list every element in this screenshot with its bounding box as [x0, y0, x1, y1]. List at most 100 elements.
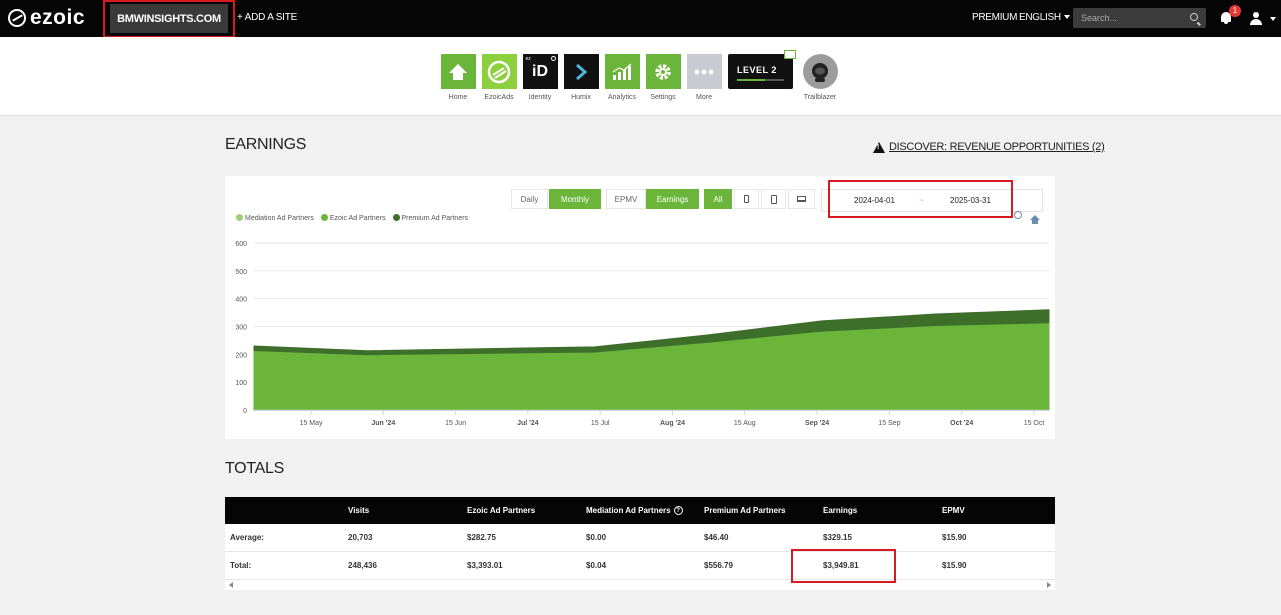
table-cell: $3,393.01: [467, 561, 503, 570]
nav-label: Settings: [650, 94, 676, 101]
table-row: Average: 20,703 $282.75 $0.00 $46.40 $32…: [225, 524, 1055, 552]
column-header[interactable]: Visits: [348, 497, 369, 524]
row-label: Total:: [230, 561, 252, 570]
table-cell: 20,703: [348, 533, 373, 542]
legend-item[interactable]: Mediation Ad Partners: [236, 214, 314, 222]
ezoicads-icon: [481, 54, 517, 89]
search-icon[interactable]: [1190, 13, 1198, 21]
identity-icon: ez iD: [522, 54, 558, 89]
nav-settings[interactable]: Settings: [643, 54, 683, 101]
daily-button[interactable]: Daily: [511, 189, 548, 209]
desktop-icon[interactable]: [788, 189, 815, 209]
column-header[interactable]: EPMV: [942, 497, 965, 524]
notification-badge: 1: [1229, 5, 1241, 17]
nav-identity[interactable]: ez iD Identity: [520, 54, 560, 101]
all-devices-button[interactable]: All: [704, 189, 732, 209]
x-tick-label: 15 Jun: [445, 420, 466, 427]
x-tick-label: Jul '24: [517, 420, 539, 427]
highlight-box: [828, 180, 1013, 218]
zoom-icon[interactable]: [1014, 211, 1022, 219]
user-menu-chevron-icon[interactable]: [1270, 17, 1276, 21]
highlight-box: [791, 549, 896, 583]
nav-ezoicads[interactable]: EzoicAds: [479, 54, 519, 101]
earnings-button[interactable]: Earnings: [646, 189, 699, 209]
column-header[interactable]: Premium Ad Partners: [704, 497, 786, 524]
language-selector[interactable]: ENGLISH: [1019, 12, 1070, 23]
astronaut-icon: [802, 54, 838, 89]
legend-label: Ezoic Ad Partners: [329, 215, 386, 222]
discover-revenue-link[interactable]: DISCOVER: REVENUE OPPORTUNITIES (2): [873, 141, 1105, 153]
mail-icon: [784, 50, 796, 59]
x-tick-label: Aug '24: [660, 420, 685, 427]
humix-icon: [563, 54, 599, 89]
y-tick-label: 600: [235, 241, 247, 248]
ezoic-logo[interactable]: ezoic: [8, 6, 86, 29]
mobile-icon[interactable]: [761, 189, 786, 209]
more-icon: [686, 54, 722, 89]
search-input[interactable]: Search...: [1073, 8, 1206, 28]
nav-humix[interactable]: Humix: [561, 54, 601, 101]
y-tick-label: 200: [235, 352, 247, 359]
legend-label: Mediation Ad Partners: [245, 215, 314, 222]
warning-icon: [873, 141, 885, 153]
table-header: Visits Ezoic Ad Partners Mediation Ad Pa…: [225, 497, 1055, 524]
level-badge-icon[interactable]: LEVEL 2: [728, 50, 796, 89]
earnings-area-chart[interactable]: 0 100 200 300 400 500 600 15 May Jun '24 15 Jun Ju…: [225, 230, 1055, 435]
search-placeholder: Search...: [1081, 13, 1118, 23]
x-tick-label: Sep '24: [805, 420, 829, 427]
table-cell: 248,436: [348, 561, 377, 570]
reset-home-icon[interactable]: [1030, 211, 1040, 229]
add-site-link[interactable]: + ADD A SITE: [237, 12, 297, 23]
x-tick-label: 15 Oct: [1024, 420, 1045, 427]
user-icon[interactable]: [1249, 11, 1263, 25]
table-cell: $0.00: [586, 533, 607, 542]
chart-legend: Mediation Ad Partners Ezoic Ad Partners …: [236, 214, 468, 222]
nav-home[interactable]: Home: [438, 54, 478, 101]
epmv-button[interactable]: EPMV: [606, 189, 646, 209]
table-cell: $15.90: [942, 561, 967, 570]
y-tick-label: 0: [243, 408, 247, 415]
nav-label: Identity: [528, 94, 552, 101]
question-circle-icon[interactable]: ?: [673, 506, 683, 515]
column-header-label: Mediation Ad Partners: [586, 506, 671, 515]
ezoic-logo-icon: [8, 9, 26, 27]
scroll-left-icon[interactable]: [229, 582, 233, 588]
x-tick-label: Oct '24: [950, 420, 973, 427]
nav-label: Analytics: [607, 94, 636, 101]
nav-analytics[interactable]: Analytics: [602, 54, 642, 101]
gear-icon: [645, 54, 681, 89]
tablet-icon[interactable]: [734, 189, 759, 209]
home-icon: [440, 54, 476, 89]
legend-item[interactable]: Premium Ad Partners: [392, 214, 469, 222]
horizontal-scrollbar[interactable]: [225, 580, 1055, 590]
column-header[interactable]: Ezoic Ad Partners: [467, 497, 535, 524]
analytics-icon: [604, 54, 640, 89]
x-tick-label: 15 May: [300, 420, 323, 427]
table-cell: $329.15: [823, 533, 852, 542]
identity-ez-label: ez: [525, 56, 531, 62]
identity-glyph: iD: [532, 62, 548, 80]
x-tick-label: Jun '24: [371, 420, 395, 427]
table-cell: $15.90: [942, 533, 967, 542]
area-series-ezoic-ad-partners[interactable]: [253, 323, 1050, 411]
legend-item[interactable]: Ezoic Ad Partners: [320, 214, 386, 222]
nav-trailblazer[interactable]: Trailblazer: [800, 54, 840, 101]
premium-link[interactable]: PREMIUM: [972, 12, 1017, 23]
column-header[interactable]: Mediation Ad Partners?: [586, 497, 683, 524]
nav-label: Home: [448, 94, 468, 101]
monthly-button[interactable]: Monthly: [549, 189, 601, 209]
level-label: LEVEL 2: [737, 65, 777, 75]
discover-label: DISCOVER: REVENUE OPPORTUNITIES (2): [889, 141, 1105, 153]
highlight-box: [103, 0, 235, 38]
table-cell: $556.79: [704, 561, 733, 570]
y-tick-label: 300: [235, 325, 247, 332]
nav-label: Trailblazer: [803, 94, 837, 101]
column-header[interactable]: Earnings: [823, 497, 857, 524]
totals-title: TOTALS: [225, 460, 284, 477]
scroll-right-icon[interactable]: [1047, 582, 1051, 588]
table-cell: $282.75: [467, 533, 496, 542]
legend-label: Premium Ad Partners: [401, 215, 469, 222]
logo-text: ezoic: [30, 6, 86, 29]
x-tick-label: 15 Sep: [878, 420, 900, 427]
nav-more[interactable]: More: [684, 54, 724, 101]
